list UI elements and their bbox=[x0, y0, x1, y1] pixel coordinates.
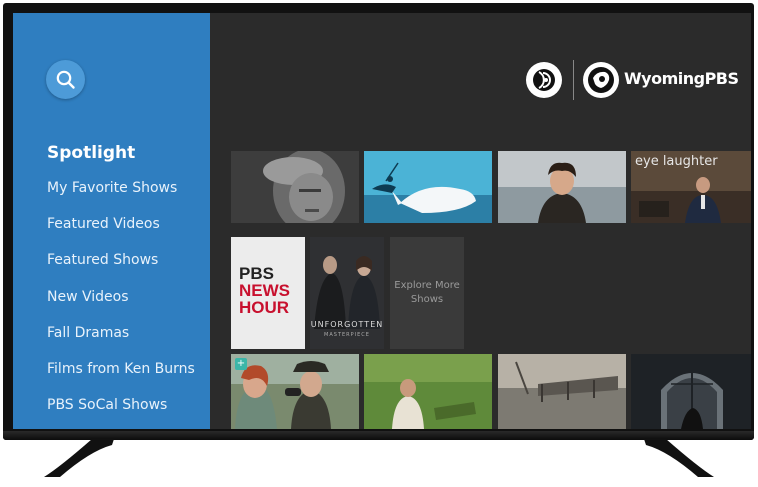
newshour-line-news: NEWS bbox=[239, 281, 290, 300]
content-tile-binoculars[interactable]: + bbox=[231, 354, 359, 429]
wyoming-pbs-logo bbox=[583, 62, 619, 98]
content-tile-outdoor-scene[interactable] bbox=[364, 354, 492, 429]
content-tile-whale[interactable] bbox=[364, 151, 492, 223]
brand-divider bbox=[573, 60, 574, 100]
pbs-head-icon bbox=[533, 69, 555, 91]
tv-bezel: Spotlight My Favorite Shows Featured Vid… bbox=[3, 3, 754, 440]
content-tile-unforgotten[interactable]: UNFORGOTTEN MASTERPIECE bbox=[310, 237, 384, 349]
tile-title-text: eye laughter bbox=[635, 154, 718, 169]
content-tile-bridge[interactable] bbox=[498, 354, 626, 429]
add-badge-icon: + bbox=[235, 358, 247, 370]
sidebar-item-fall-dramas[interactable]: Fall Dramas bbox=[47, 325, 129, 341]
content-tile-period-drama[interactable] bbox=[498, 151, 626, 223]
search-button[interactable] bbox=[46, 60, 85, 99]
explore-more-shows-label: Explore More Shows bbox=[394, 280, 460, 305]
search-icon bbox=[56, 70, 75, 89]
unforgotten-title: UNFORGOTTEN bbox=[310, 320, 384, 329]
station-name: WyomingPBS bbox=[624, 69, 739, 88]
sidebar-item-featured-videos[interactable]: Featured Videos bbox=[47, 216, 160, 232]
sidebar-item-new-videos[interactable]: New Videos bbox=[47, 289, 129, 305]
newshour-line-hour: HOUR bbox=[239, 298, 290, 317]
content-tile-archway[interactable] bbox=[631, 354, 751, 429]
pbs-logo bbox=[526, 62, 562, 98]
explore-more-shows-button[interactable]: Explore More Shows bbox=[390, 237, 464, 349]
newshour-line-pbs: PBS bbox=[239, 264, 274, 283]
tv-stand-left bbox=[44, 439, 114, 477]
content-tile-eye-laughter[interactable]: eye laughter bbox=[631, 151, 751, 223]
station-branding: WyomingPBS bbox=[526, 60, 739, 100]
unforgotten-subtitle: MASTERPIECE bbox=[324, 332, 370, 338]
sidebar-item-my-favorite-shows[interactable]: My Favorite Shows bbox=[47, 180, 177, 196]
tv-screen: Spotlight My Favorite Shows Featured Vid… bbox=[13, 13, 751, 429]
tv-stand-right bbox=[644, 439, 714, 477]
sidebar-item-spotlight[interactable]: Spotlight bbox=[47, 143, 135, 163]
sidebar-item-featured-shows[interactable]: Featured Shows bbox=[47, 252, 158, 268]
content-tile-pbs-newshour[interactable]: PBS NEWS HOUR bbox=[231, 237, 305, 349]
sidebar-item-films-from-ken-burns[interactable]: Films from Ken Burns bbox=[47, 361, 195, 377]
wyoming-head-icon bbox=[588, 67, 614, 93]
sidebar-item-pbs-socal-shows[interactable]: PBS SoCal Shows bbox=[47, 397, 167, 413]
sidebar: Spotlight My Favorite Shows Featured Vid… bbox=[13, 13, 210, 429]
newshour-logo: PBS NEWS HOUR bbox=[239, 265, 290, 316]
content-tile-portrait[interactable] bbox=[231, 151, 359, 223]
